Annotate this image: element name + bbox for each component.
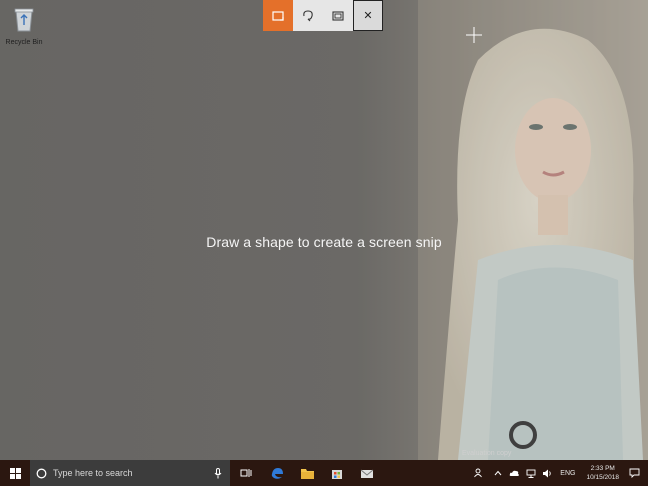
file-explorer-button[interactable]	[292, 460, 322, 486]
chevron-up-icon[interactable]	[494, 470, 502, 476]
cortana-icon	[36, 468, 47, 478]
close-snip-button[interactable]: ✕	[353, 0, 383, 31]
edge-icon	[271, 467, 283, 479]
clock-date: 10/15/2018	[586, 474, 619, 481]
mail-icon	[360, 469, 374, 478]
rectangular-snip-icon	[272, 10, 284, 21]
fullscreen-snip-button[interactable]	[323, 0, 353, 31]
clock-time: 2:33 PM	[590, 465, 615, 472]
rectangular-snip-button[interactable]	[263, 0, 293, 31]
freeform-snip-button[interactable]	[293, 0, 323, 31]
task-view-icon	[240, 469, 252, 477]
evaluation-watermark: Evaluation copy	[462, 450, 512, 457]
people-icon[interactable]	[474, 468, 484, 478]
volume-icon[interactable]	[542, 469, 552, 478]
input-language[interactable]: ENG	[560, 470, 575, 477]
folder-icon	[300, 468, 314, 479]
edge-button[interactable]	[262, 460, 292, 486]
clock[interactable]: 2:33 PM 10/15/2018	[586, 464, 619, 482]
taskbar: Type here to search ENG 2:33 PM 10/15/20…	[0, 460, 648, 486]
freeform-snip-icon	[303, 9, 313, 21]
desktop: Recycle Bin Draw a shape to create a scr…	[0, 0, 648, 460]
recycle-bin[interactable]: Recycle Bin	[4, 6, 44, 46]
store-button[interactable]	[322, 460, 352, 486]
start-button[interactable]	[0, 460, 30, 486]
system-tray: ENG 2:33 PM 10/15/2018	[468, 460, 648, 486]
task-view-button[interactable]	[230, 460, 262, 486]
onedrive-icon[interactable]	[509, 469, 520, 477]
mail-button[interactable]	[352, 460, 382, 486]
snip-toolbar: ✕	[263, 0, 383, 31]
snip-instruction: Draw a shape to create a screen snip	[206, 234, 442, 250]
recycle-bin-icon	[14, 8, 34, 32]
search-placeholder: Type here to search	[53, 468, 133, 478]
store-bag-icon	[332, 470, 342, 479]
fullscreen-snip-icon	[332, 10, 344, 21]
crosshair-cursor-icon	[466, 27, 482, 43]
close-icon: ✕	[363, 10, 373, 22]
snip-dim-overlay[interactable]	[0, 0, 648, 460]
network-icon[interactable]	[526, 469, 536, 478]
windows-logo-icon	[9, 467, 21, 479]
microphone-icon[interactable]	[214, 467, 222, 479]
action-center-icon[interactable]	[629, 468, 640, 478]
taskbar-search-box[interactable]: Type here to search	[30, 460, 230, 486]
recycle-bin-label: Recycle Bin	[5, 39, 43, 46]
